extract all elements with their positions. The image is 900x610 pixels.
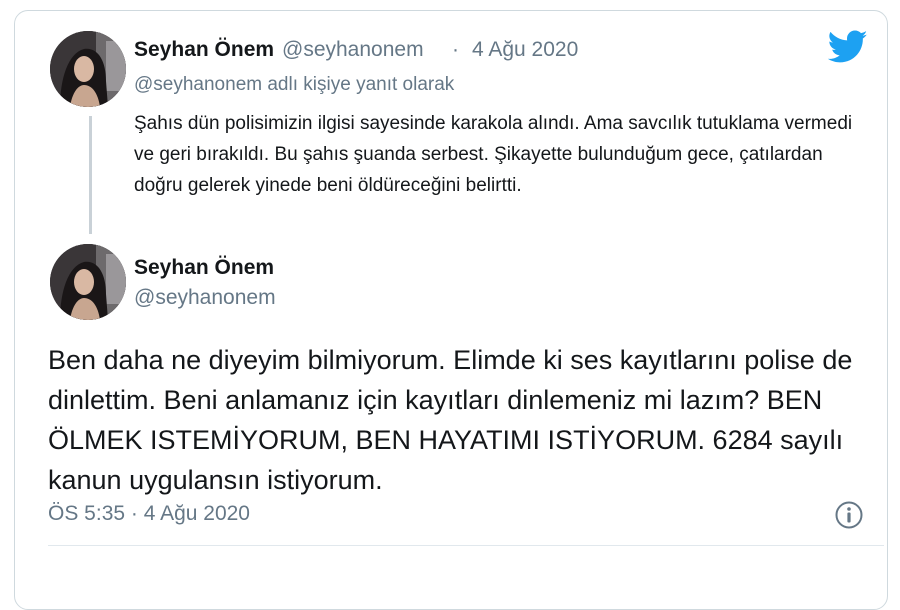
info-icon[interactable] <box>834 500 864 530</box>
tweet-timestamp[interactable]: ÖS 5:35 · 4 Ağu 2020 <box>48 502 250 526</box>
avatar[interactable] <box>50 244 126 320</box>
avatar-photo <box>50 31 126 107</box>
avatar[interactable] <box>50 31 126 107</box>
divider <box>48 545 884 546</box>
twitter-bird-icon[interactable] <box>828 30 868 64</box>
parent-tweet-date[interactable]: 4 Ağu 2020 <box>472 38 578 62</box>
meta-separator: · <box>452 38 459 61</box>
main-author-handle[interactable]: @seyhanonem <box>134 286 276 310</box>
parent-author-name[interactable]: Seyhan Önem <box>134 38 274 62</box>
thread-connector-line <box>89 116 92 234</box>
main-tweet-text: Ben daha ne diyeyim bilmiyorum. Elimde k… <box>48 345 853 495</box>
parent-tweet-text: Şahıs dün polisimizin ilgisi sayesinde k… <box>134 113 853 196</box>
parent-author-handle[interactable]: @seyhanonem <box>282 38 424 62</box>
main-author-name[interactable]: Seyhan Önem <box>134 256 274 280</box>
avatar-photo <box>50 244 126 320</box>
reply-context[interactable]: @seyhanonem adlı kişiye yanıt olarak <box>134 74 454 96</box>
